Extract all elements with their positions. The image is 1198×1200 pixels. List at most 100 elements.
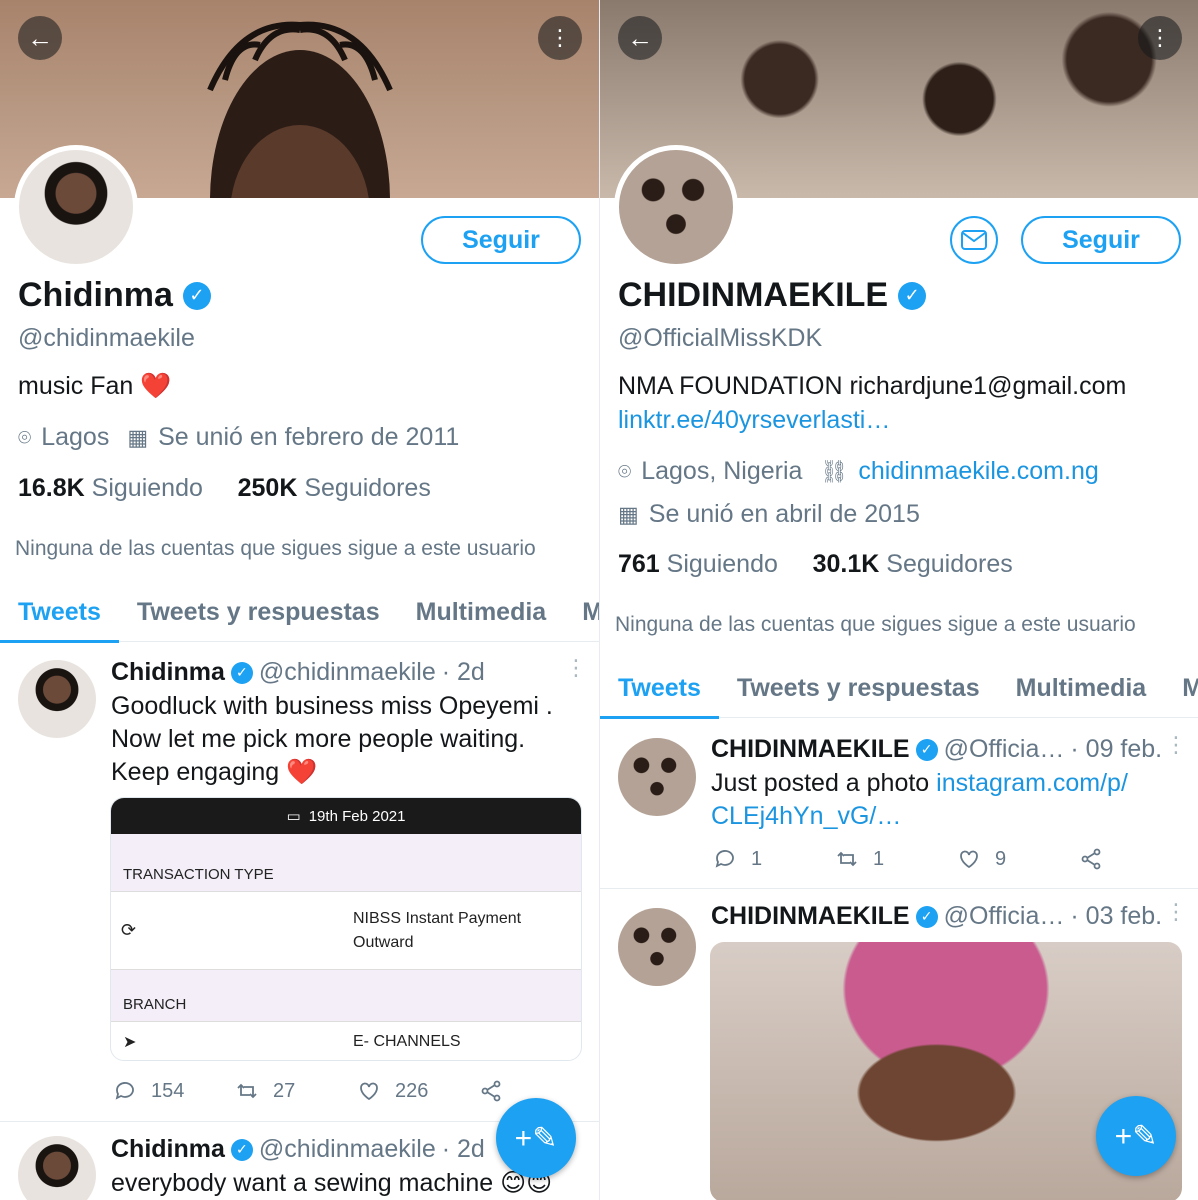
tab-tweets[interactable]: Tweets <box>600 660 719 719</box>
more-vertical-icon: ⋮ <box>549 25 571 50</box>
reply-icon <box>715 850 734 868</box>
profile-avatar[interactable] <box>614 145 738 269</box>
link-icon: ⛓ <box>820 458 849 484</box>
profile-handle: @OfficialMissKDK <box>618 324 823 352</box>
retweet-button[interactable]: 1 <box>835 847 957 871</box>
tweet-line: Now let me pick more people waiting. <box>111 725 526 753</box>
tab-media[interactable]: Multimedia <box>1016 660 1147 718</box>
tab-likes[interactable]: Me <box>582 584 599 642</box>
tweet-text: everybody want a sewing machine 😊😊 <box>111 1169 553 1197</box>
share-icon <box>1081 848 1101 870</box>
follow-button[interactable]: Seguir <box>421 216 581 264</box>
back-button[interactable]: ← <box>18 16 62 60</box>
arrow-left-icon: ← <box>27 22 53 53</box>
profile-bio: music Fan ❤️ <box>18 372 171 401</box>
verified-badge-icon: ✓ <box>915 738 938 761</box>
profile-name-text: CHIDINMAEKILE <box>618 276 889 314</box>
tweet-line: Keep engaging ❤️ <box>111 758 318 786</box>
profile-tabs: Tweets Tweets y respuestas Multimedia Me <box>0 584 599 643</box>
like-count: 226 <box>395 1079 429 1102</box>
tweet-more-icon[interactable]: ⋮ <box>565 657 587 679</box>
tweet-link-cont[interactable]: CLEj4hYn_vG/… <box>711 800 1128 833</box>
followers-link[interactable]: 30.1K Seguidores <box>813 550 1013 578</box>
tab-likes[interactable]: Me <box>1182 660 1198 718</box>
receipt-row: ➤ E- CHANNELS <box>111 1022 581 1060</box>
tab-tweets-replies[interactable]: Tweets y respuestas <box>137 584 380 642</box>
profile-meta: ⌾ Lagos ▦ Se unió en febrero de 2011 <box>18 423 459 452</box>
heart-icon <box>360 1082 378 1101</box>
tweet-time: · 2d <box>441 658 485 686</box>
compose-tweet-button[interactable]: +✎ <box>1096 1096 1176 1176</box>
verified-badge-icon: ✓ <box>230 661 253 684</box>
tweet-time: · 03 feb. <box>1070 902 1163 930</box>
verified-badge-icon: ✓ <box>182 281 211 310</box>
tweet-header: Chidinma ✓ @chidinmaekile · 2d <box>111 658 485 687</box>
message-button[interactable] <box>950 216 998 264</box>
tweet-author-handle: @chidinmaekile <box>258 1135 436 1163</box>
reply-button[interactable]: 154 <box>113 1079 235 1103</box>
more-options-button[interactable]: ⋮ <box>1138 16 1182 60</box>
followers-count: 30.1K <box>812 550 880 578</box>
retweet-icon <box>237 1083 257 1099</box>
tweet-header: CHIDINMAEKILE ✓ @Officia… · 09 feb. <box>711 735 1162 764</box>
heart-icon <box>960 850 978 869</box>
tab-media[interactable]: Multimedia <box>416 584 547 642</box>
tab-tweets-replies[interactable]: Tweets y respuestas <box>737 660 980 718</box>
like-button[interactable]: 226 <box>357 1079 479 1103</box>
followers-link[interactable]: 250K Seguidores <box>238 474 431 502</box>
like-button[interactable]: 9 <box>957 847 1079 871</box>
mail-icon <box>961 230 987 250</box>
receipt-value: Outward <box>353 933 414 951</box>
reply-button[interactable]: 1 <box>713 847 835 871</box>
right-profile-panel: ← ⋮ Seguir CHIDINMAEKILE ✓ @OfficialMiss… <box>599 0 1198 1200</box>
verified-badge-icon: ✓ <box>898 281 927 310</box>
follow-counts: 761 Siguiendo 30.1K Seguidores <box>618 550 1013 579</box>
tweet-avatar[interactable] <box>18 1136 96 1200</box>
calendar-icon: ▦ <box>127 424 149 450</box>
following-link[interactable]: 761 Siguiendo <box>618 550 778 578</box>
tweet-author-name[interactable]: Chidinma <box>111 1135 225 1164</box>
tweet-image-receipt[interactable]: ▭ 19th Feb 2021 TRANSACTION TYPE ⟳ NIBSS… <box>110 797 582 1061</box>
receipt-date: 19th Feb 2021 <box>308 807 406 825</box>
tweet-author-name[interactable]: Chidinma <box>111 658 225 687</box>
tweet-more-icon[interactable]: ⋮ <box>1165 901 1187 923</box>
followers-you-know-note: Ninguna de las cuentas que sigues sigue … <box>615 613 1136 636</box>
calendar-icon: ▭ <box>286 808 301 825</box>
profile-avatar[interactable] <box>14 145 138 269</box>
tab-tweets[interactable]: Tweets <box>0 584 119 643</box>
joined-date: Se unió en febrero de 2011 <box>158 423 460 451</box>
followers-you-know-note: Ninguna de las cuentas que sigues sigue … <box>15 537 536 560</box>
heart-emoji: ❤️ <box>140 372 172 400</box>
tweet-avatar[interactable] <box>18 660 96 738</box>
bio-link[interactable]: linktr.ee/40yrseverlasti… <box>618 406 890 435</box>
back-button[interactable]: ← <box>618 16 662 60</box>
compose-tweet-button[interactable]: +✎ <box>496 1098 576 1178</box>
tweet-link[interactable]: instagram.com/p/ <box>936 769 1128 797</box>
receipt-row: BRANCH <box>111 970 581 1022</box>
tweet-header: CHIDINMAEKILE ✓ @Officia… · 03 feb. <box>711 902 1162 931</box>
profile-meta: ⌾ Lagos, Nigeria ⛓ chidinmaekile.com.ng <box>618 457 1099 486</box>
receipt-label: BRANCH <box>123 996 187 1013</box>
refresh-icon: ⟳ <box>121 920 137 940</box>
share-button[interactable] <box>1079 847 1198 871</box>
website-link[interactable]: chidinmaekile.com.ng <box>858 457 1098 486</box>
following-link[interactable]: 16.8K Siguiendo <box>18 474 203 502</box>
retweet-count: 27 <box>273 1079 296 1102</box>
location-text: Lagos <box>41 423 110 451</box>
joined-date: Se unió en abril de 2015 <box>648 500 920 528</box>
tweet-author-name[interactable]: CHIDINMAEKILE <box>711 735 910 764</box>
tweet-avatar[interactable] <box>618 738 696 816</box>
tweet-author-name[interactable]: CHIDINMAEKILE <box>711 902 910 931</box>
receipt-row: ⟳ NIBSS Instant Payment Outward <box>111 892 581 970</box>
follow-button[interactable]: Seguir <box>1021 216 1181 264</box>
tweet-more-icon[interactable]: ⋮ <box>1165 734 1187 756</box>
tweet-avatar[interactable] <box>618 908 696 986</box>
reply-icon <box>115 1082 134 1100</box>
more-options-button[interactable]: ⋮ <box>538 16 582 60</box>
verified-badge-icon: ✓ <box>230 1138 253 1161</box>
retweet-button[interactable]: 27 <box>235 1079 357 1103</box>
share-icon <box>481 1080 501 1102</box>
profile-handle: @chidinmaekile <box>18 324 195 352</box>
following-count: 16.8K <box>18 474 85 502</box>
followers-label: Seguidores <box>886 550 1013 578</box>
